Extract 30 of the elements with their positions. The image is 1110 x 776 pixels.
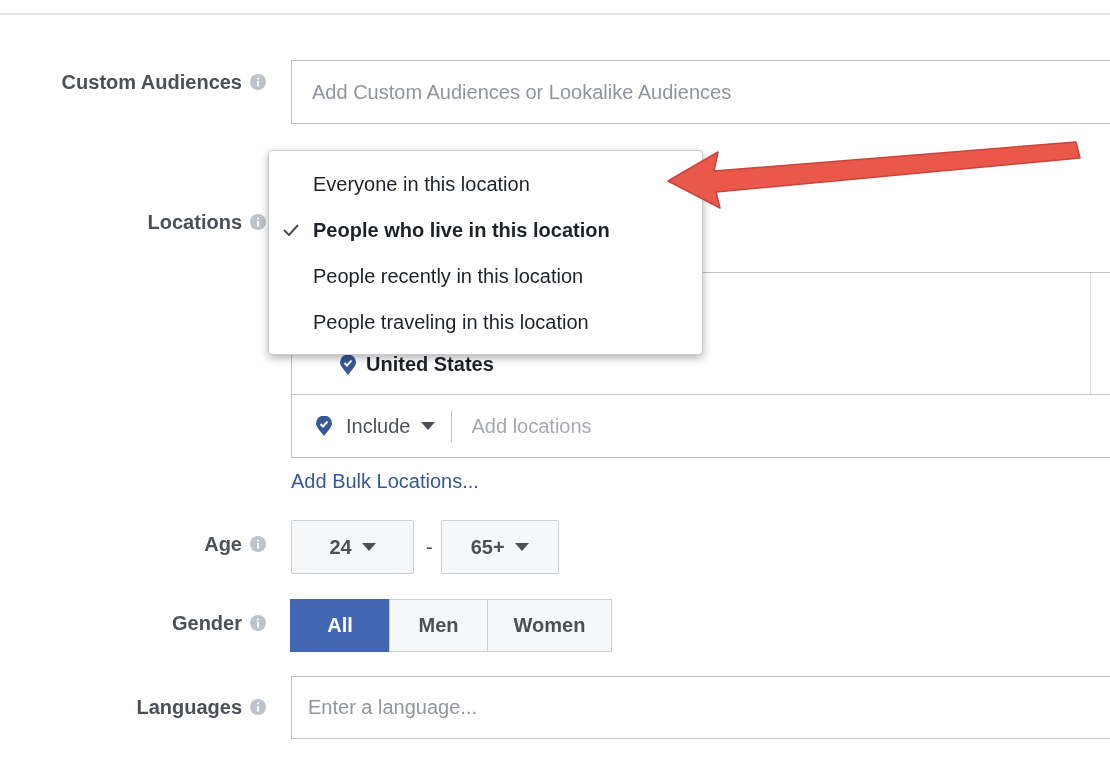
field-label: Locations — [147, 210, 242, 234]
age-to-dropdown[interactable]: 65+ — [440, 520, 559, 574]
caret-icon — [514, 543, 529, 551]
selected-location: United States — [366, 353, 494, 376]
field-label: Gender — [171, 611, 242, 635]
languages-field[interactable]: Enter a language... — [291, 676, 1110, 739]
field-label: Custom Audiences — [61, 70, 242, 94]
checkmark-icon — [283, 224, 299, 236]
info-icon[interactable] — [250, 214, 266, 230]
custom-audiences-field[interactable]: Add Custom Audiences or Lookalike Audiences — [291, 60, 1110, 124]
gender-option[interactable]: Men — [389, 599, 488, 652]
age-from-dropdown[interactable]: 24 — [291, 520, 414, 574]
field-label: Languages — [136, 695, 242, 719]
menu-item[interactable]: People recently in this location — [269, 253, 592, 299]
info-icon[interactable] — [250, 615, 266, 631]
menu-item[interactable]: People who live in this location — [269, 207, 618, 253]
info-icon[interactable] — [250, 536, 266, 552]
location-pin-icon — [316, 416, 332, 436]
caret-icon — [420, 422, 435, 430]
gender-option[interactable]: Women — [487, 599, 612, 652]
menu-item[interactable]: People traveling in this location — [269, 299, 597, 345]
field-label: Age — [204, 532, 242, 556]
menu-item[interactable]: Everyone in this location — [269, 161, 538, 207]
gender-option[interactable]: All — [290, 599, 390, 652]
info-icon[interactable] — [250, 699, 266, 715]
add-bulk-locations-link[interactable]: Add Bulk Locations... — [291, 470, 479, 493]
include-dropdown[interactable]: Include — [316, 410, 452, 442]
info-icon[interactable] — [250, 74, 266, 90]
age-separator: - — [426, 535, 433, 559]
caret-icon — [361, 543, 376, 551]
